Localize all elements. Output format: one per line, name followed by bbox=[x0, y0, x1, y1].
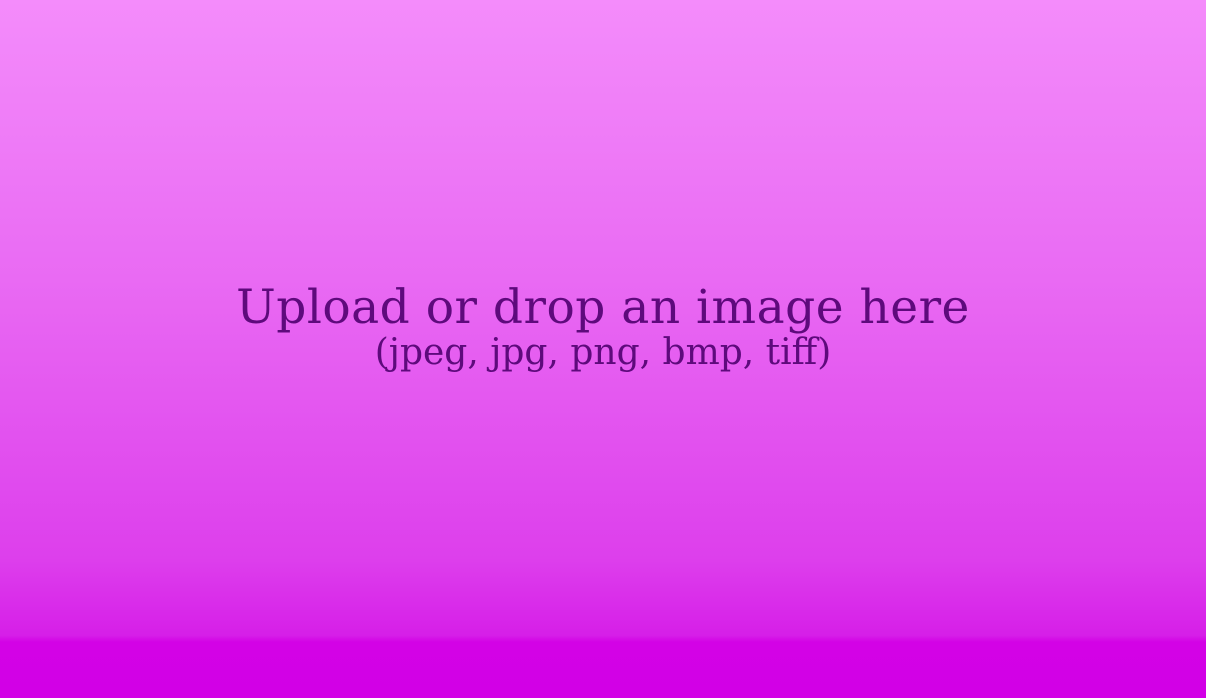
image-dropzone[interactable]: Upload or drop an image here (jpeg, jpg,… bbox=[0, 0, 1206, 698]
